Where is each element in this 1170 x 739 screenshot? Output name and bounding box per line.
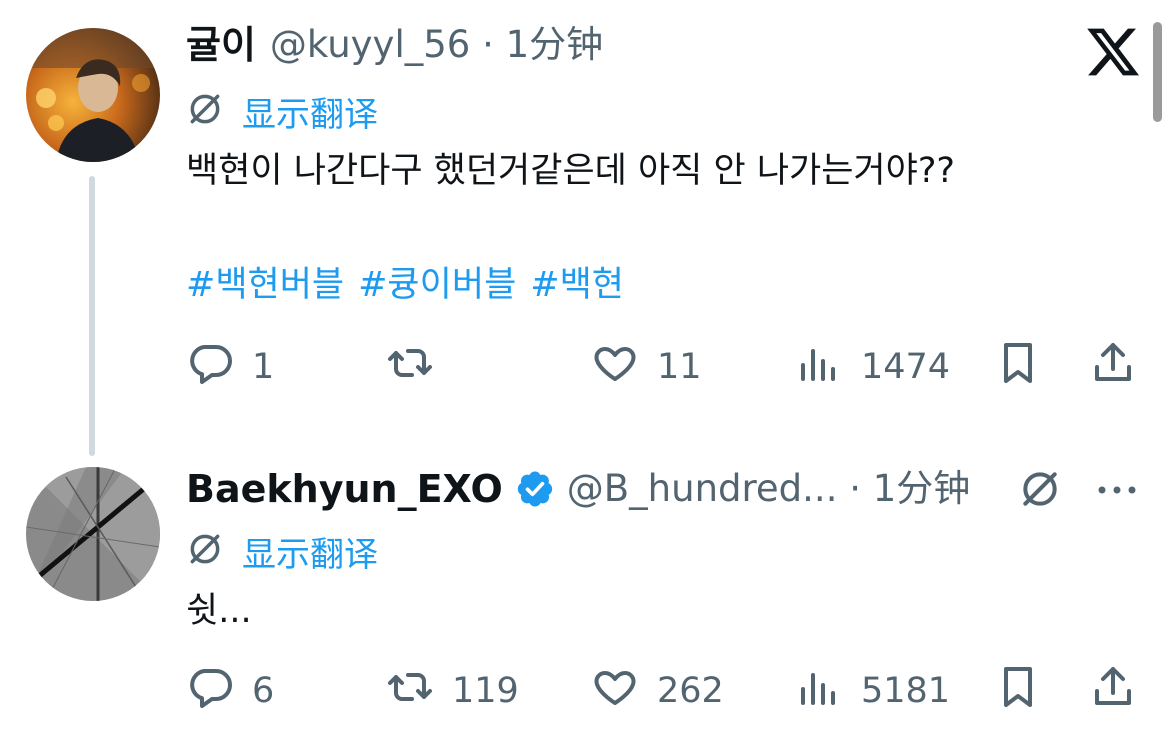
share-button[interactable] [1089, 666, 1137, 715]
like-button[interactable]: 11 [591, 343, 702, 391]
like-count: 262 [657, 671, 724, 711]
repost-button[interactable]: 119 [386, 667, 519, 715]
views-icon [795, 339, 843, 396]
repost-icon [386, 663, 434, 720]
grok-icon[interactable] [1018, 467, 1062, 511]
hashtags: #백현버블 #큥이버블 #백현 [186, 262, 638, 308]
translate-icon [186, 530, 224, 579]
views-count: 1474 [861, 347, 951, 387]
reply-icon [186, 663, 234, 720]
tweet-text: 쉿... [186, 591, 252, 631]
show-translation-link[interactable]: 显示翻译 [186, 90, 378, 139]
tweet-text: 백현이 나간다구 했던거같은데 아직 안 나가는거야?? [186, 151, 955, 191]
show-translation-link[interactable]: 显示翻译 [186, 530, 378, 579]
reply-button[interactable]: 1 [186, 343, 274, 391]
thread-connector [89, 176, 95, 456]
heart-icon [591, 663, 639, 720]
reply-count: 1 [252, 347, 275, 387]
repost-icon [386, 339, 434, 396]
handle-timestamp[interactable]: @B_hundred... · 1分钟 [567, 465, 970, 513]
share-icon [1089, 339, 1137, 396]
bookmark-icon [994, 339, 1042, 396]
translate-icon [186, 90, 224, 139]
hashtag-link[interactable]: #백현 [530, 265, 624, 305]
share-button[interactable] [1089, 342, 1137, 391]
views-icon [795, 663, 843, 720]
hashtag-link[interactable]: #큥이버블 [358, 265, 516, 305]
display-name[interactable]: Baekhyun_EXO [186, 465, 503, 513]
translate-label: 显示翻译 [242, 534, 378, 575]
views-button[interactable]: 5181 [795, 667, 950, 715]
more-icon[interactable] [1096, 482, 1138, 498]
share-icon [1089, 663, 1137, 720]
handle-timestamp[interactable]: @kuyyl_56 · 1分钟 [270, 21, 603, 69]
views-button[interactable]: 1474 [795, 343, 950, 391]
bookmark-button[interactable] [994, 666, 1042, 715]
avatar[interactable] [26, 467, 160, 601]
avatar[interactable] [26, 28, 160, 162]
translate-label: 显示翻译 [242, 94, 378, 135]
reply-count: 6 [252, 671, 275, 711]
heart-icon [591, 339, 639, 396]
like-count: 11 [657, 347, 702, 387]
repost-count: 119 [452, 671, 519, 711]
reply-button[interactable]: 6 [186, 667, 274, 715]
views-count: 5181 [861, 671, 951, 711]
verified-badge-icon [515, 469, 555, 509]
display-name[interactable]: 귤이 [186, 21, 256, 69]
reply-icon [186, 339, 234, 396]
x-logo-icon[interactable] [1087, 26, 1139, 82]
bookmark-icon [994, 663, 1042, 720]
like-button[interactable]: 262 [591, 667, 724, 715]
scrollbar[interactable] [1153, 22, 1162, 122]
repost-button[interactable] [386, 343, 452, 391]
hashtag-link[interactable]: #백현버블 [186, 265, 344, 305]
bookmark-button[interactable] [994, 342, 1042, 391]
